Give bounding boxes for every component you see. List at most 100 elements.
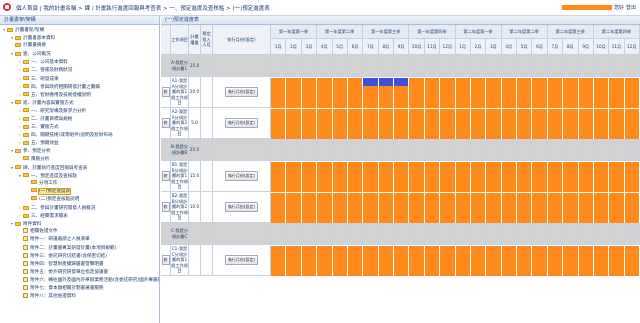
gantt-cell[interactable] xyxy=(624,78,640,108)
gantt-cell[interactable] xyxy=(486,193,502,223)
gantt-cell[interactable] xyxy=(532,162,548,192)
gantt-cell[interactable] xyxy=(409,109,425,139)
gantt-cell[interactable] xyxy=(609,246,625,276)
gantt-cell[interactable] xyxy=(486,246,502,276)
exec-month-button[interactable]: 執行月份(設定) xyxy=(224,87,259,97)
gantt-cell[interactable] xyxy=(578,162,594,192)
gantt-cell[interactable] xyxy=(394,193,410,223)
gantt-cell[interactable] xyxy=(409,246,425,276)
gantt-cell[interactable] xyxy=(593,78,610,108)
exec-month-button[interactable]: 執行月份(設定) xyxy=(224,171,259,181)
gantt-cell[interactable] xyxy=(547,246,564,276)
gantt-cell[interactable] xyxy=(455,109,471,139)
gantt-cell[interactable] xyxy=(347,109,364,139)
gantt-cell[interactable] xyxy=(301,162,318,192)
gantt-cell[interactable] xyxy=(563,193,579,223)
gantt-cell[interactable] xyxy=(470,78,487,108)
gantt-cell[interactable] xyxy=(317,162,333,192)
gantt-cell-selected[interactable] xyxy=(378,78,394,86)
gantt-cell[interactable] xyxy=(424,162,441,192)
tree-node[interactable]: 風險分析 xyxy=(0,156,159,164)
gantt-cell[interactable] xyxy=(440,193,456,223)
exec-month-button[interactable]: 執行月份(設定) xyxy=(224,118,259,128)
gantt-cell[interactable] xyxy=(332,109,348,139)
edit-button[interactable]: 修 xyxy=(161,171,170,181)
gantt-cell[interactable] xyxy=(470,246,487,276)
gantt-cell[interactable] xyxy=(378,86,394,108)
tree-node[interactable]: › 三、研發成果 xyxy=(0,75,159,83)
gantt-cell[interactable] xyxy=(455,193,471,223)
tree-node[interactable]: › 三、實施方式 xyxy=(0,123,159,131)
gantt-cell[interactable] xyxy=(424,78,441,108)
tree-node[interactable]: ▾ 一、預定進度及查核點 xyxy=(0,172,159,180)
gantt-cell[interactable] xyxy=(593,162,610,192)
gantt-cell[interactable] xyxy=(501,78,517,108)
gantt-cell[interactable] xyxy=(455,78,471,108)
exec-month-button[interactable]: 執行月份(設定) xyxy=(224,255,259,265)
gantt-cell[interactable] xyxy=(363,162,379,192)
tree-node[interactable]: 附件一：研議邀請之人員清單 xyxy=(0,236,159,244)
tree-node[interactable]: (一)預定進度表 xyxy=(0,187,159,196)
gantt-cell[interactable] xyxy=(532,78,548,108)
gantt-cell[interactable] xyxy=(301,109,318,139)
gantt-cell[interactable] xyxy=(609,109,625,139)
gantt-cell[interactable] xyxy=(301,78,318,108)
gantt-cell[interactable] xyxy=(271,109,287,139)
gantt-cell[interactable] xyxy=(578,246,594,276)
tree-node[interactable]: › 一、公司基本資料 xyxy=(0,58,159,66)
gantt-cell[interactable] xyxy=(609,78,625,108)
tree-node[interactable]: ▾ 附件資料 xyxy=(0,220,159,228)
gantt-cell[interactable] xyxy=(286,162,302,192)
gantt-cell[interactable] xyxy=(363,86,379,108)
edit-button[interactable]: 修 xyxy=(161,255,170,265)
tree-node[interactable]: 附件二：計畫書專案研發計畫(本項目規範) xyxy=(0,244,159,253)
gantt-cell[interactable] xyxy=(532,109,548,139)
gantt-cell[interactable] xyxy=(332,246,348,276)
gantt-cell[interactable] xyxy=(301,246,318,276)
gantt-cell[interactable] xyxy=(286,78,302,108)
gantt-cell[interactable] xyxy=(547,162,564,192)
gantt-cell[interactable] xyxy=(578,109,594,139)
tree-node[interactable]: 附件三：委託研究切結書(含保密切結) xyxy=(0,252,159,261)
gantt-cell[interactable] xyxy=(332,193,348,223)
gantt-cell[interactable] xyxy=(470,162,487,192)
gantt-cell[interactable] xyxy=(532,246,548,276)
gantt-cell[interactable] xyxy=(378,246,394,276)
gantt-cell[interactable] xyxy=(424,193,441,223)
edit-button[interactable]: 修 xyxy=(161,118,170,128)
tree-node[interactable]: 分項工作 xyxy=(0,180,159,188)
gantt-cell[interactable] xyxy=(301,193,318,223)
tree-node[interactable]: 附件六：轉往國外及國內外舉辦業務活動(含委託研究)國外專屬報告 xyxy=(0,276,159,285)
gantt-cell[interactable] xyxy=(286,246,302,276)
gantt-cell[interactable] xyxy=(378,193,394,223)
gantt-cell[interactable] xyxy=(609,193,625,223)
gantt-cell[interactable] xyxy=(563,162,579,192)
exec-month-button[interactable]: 執行月份(設定) xyxy=(224,202,259,212)
gantt-cell[interactable] xyxy=(271,246,287,276)
tree-node[interactable]: ▾ 計畫書基本資料 xyxy=(0,34,159,42)
gantt-cell[interactable] xyxy=(593,246,610,276)
gantt-cell[interactable] xyxy=(609,162,625,192)
gantt-cell[interactable] xyxy=(440,109,456,139)
gantt-cell[interactable] xyxy=(378,109,394,139)
edit-button[interactable]: 修 xyxy=(161,202,170,212)
gantt-cell[interactable] xyxy=(486,78,502,108)
gantt-cell-selected[interactable] xyxy=(363,78,379,86)
gantt-cell[interactable] xyxy=(578,78,594,108)
gantt-cell[interactable] xyxy=(517,162,533,192)
gantt-cell[interactable] xyxy=(347,162,364,192)
tree-node[interactable]: ▾ 參、預定分析 xyxy=(0,147,159,155)
gantt-cell[interactable] xyxy=(363,193,379,223)
gantt-cell[interactable] xyxy=(394,162,410,192)
gantt-cell[interactable] xyxy=(271,193,287,223)
gantt-cell[interactable] xyxy=(593,193,610,223)
gantt-cell[interactable] xyxy=(317,246,333,276)
tree-node[interactable]: › 四、參與政府相關研發計畫之實績 xyxy=(0,83,159,91)
tree-node[interactable]: 附件四：智慧財產權歸屬書暨聲明書 xyxy=(0,260,159,269)
tree-node[interactable]: ▾ 貳、計畫內容與實施方式 xyxy=(0,99,159,107)
gantt-cell[interactable] xyxy=(424,109,441,139)
gantt-cell[interactable] xyxy=(470,109,487,139)
gantt-cell[interactable] xyxy=(424,246,441,276)
gantt-cell[interactable] xyxy=(409,162,425,192)
tree-node[interactable]: › 四、關鍵技術(或零組件)說明及智財布局 xyxy=(0,131,159,139)
